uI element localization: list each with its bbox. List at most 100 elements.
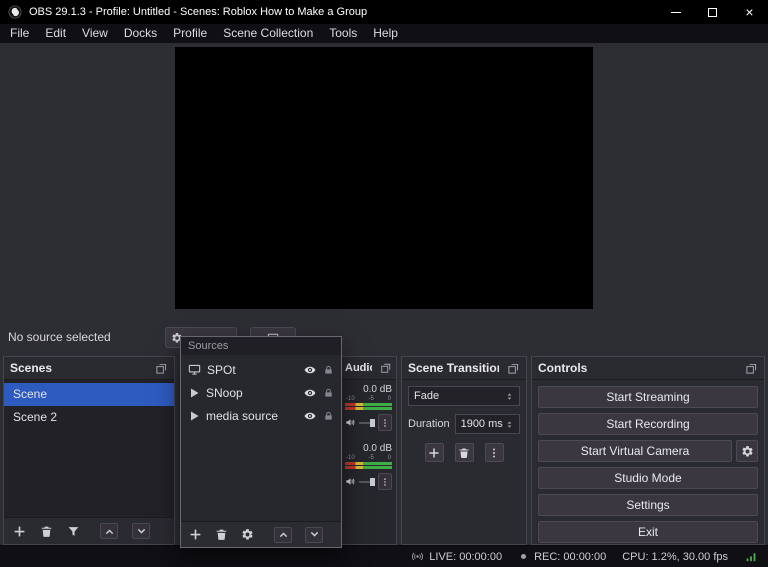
mixer-options-button[interactable] — [378, 414, 392, 431]
minimize-icon — [671, 12, 681, 13]
move-scene-up-button[interactable] — [100, 523, 118, 539]
duration-input[interactable]: 1900 ms — [455, 414, 520, 434]
lock-icon[interactable] — [323, 410, 334, 422]
preview-canvas[interactable] — [175, 47, 593, 309]
network-signal-icon — [744, 550, 758, 564]
mixer-body: 0.0 dB -10 -5 0 0.0 dB -10 -5 0 — [341, 379, 396, 544]
controls-body: Start Streaming Start Recording Start Vi… — [532, 379, 764, 554]
live-status: LIVE: 00:00:00 — [411, 550, 502, 563]
transitions-dock-title: Scene Transitions — [408, 361, 499, 375]
lock-icon[interactable] — [323, 387, 334, 399]
transition-options-button[interactable] — [485, 443, 504, 462]
source-row[interactable]: media source — [181, 404, 341, 427]
scene-transitions-dock: Scene Transitions Fade Duration 1900 ms — [401, 356, 527, 545]
speaker-icon[interactable] — [345, 476, 356, 487]
dropdown-arrows-icon — [505, 390, 514, 403]
volume-slider[interactable] — [359, 422, 375, 424]
trash-icon — [215, 528, 228, 541]
broadcast-icon — [411, 550, 424, 563]
volume-slider-handle[interactable] — [370, 478, 375, 486]
popout-dock-icon[interactable] — [380, 362, 392, 374]
lock-icon[interactable] — [323, 364, 334, 376]
popout-dock-icon[interactable] — [507, 362, 520, 375]
live-status-text: LIVE: 00:00:00 — [429, 551, 502, 563]
plus-icon — [428, 447, 440, 459]
rec-status-text: REC: 00:00:00 — [534, 551, 606, 563]
source-properties-button[interactable] — [241, 528, 254, 541]
move-scene-down-button[interactable] — [132, 523, 150, 539]
source-row[interactable]: SNoop — [181, 381, 341, 404]
virtual-camera-settings-button[interactable] — [736, 440, 758, 462]
popout-dock-icon[interactable] — [155, 362, 168, 375]
menu-docks[interactable]: Docks — [116, 24, 165, 43]
minimize-button[interactable] — [657, 0, 694, 24]
add-scene-button[interactable] — [13, 525, 26, 538]
cpu-status-text: CPU: 1.2%, 30.00 fps — [622, 551, 728, 563]
mixer-options-button[interactable] — [378, 473, 392, 490]
start-streaming-button[interactable]: Start Streaming — [538, 386, 758, 408]
remove-scene-button[interactable] — [40, 525, 53, 538]
media-source-icon — [188, 410, 200, 422]
duration-label: Duration — [408, 418, 450, 430]
audio-mixer-dock: Audio Mixer 0.0 dB -10 -5 0 0.0 dB -10 -… — [340, 356, 397, 545]
add-source-button[interactable] — [189, 528, 202, 541]
kebab-icon — [488, 447, 500, 459]
menu-scene-collection[interactable]: Scene Collection — [215, 24, 321, 43]
gear-icon — [741, 445, 754, 458]
volume-meter — [345, 466, 392, 469]
start-virtual-camera-button[interactable]: Start Virtual Camera — [538, 440, 732, 462]
visibility-eye-icon[interactable] — [303, 364, 317, 376]
titlebar: OBS 29.1.3 - Profile: Untitled - Scenes:… — [0, 0, 768, 24]
rec-status: REC: 00:00:00 — [518, 551, 606, 563]
maximize-button[interactable] — [694, 0, 731, 24]
menu-profile[interactable]: Profile — [165, 24, 215, 43]
scene-list: Scene Scene 2 — [4, 379, 174, 518]
transitions-dock-header: Scene Transitions — [402, 357, 526, 379]
duration-row: Duration 1900 ms — [408, 414, 520, 434]
plus-icon — [189, 528, 202, 541]
window-controls: × — [657, 0, 768, 24]
speaker-icon[interactable] — [345, 417, 356, 428]
add-transition-button[interactable] — [425, 443, 444, 462]
move-source-up-button[interactable] — [274, 527, 292, 543]
settings-button[interactable]: Settings — [538, 494, 758, 516]
sources-dock-header[interactable]: Sources — [181, 337, 341, 355]
menu-edit[interactable]: Edit — [37, 24, 74, 43]
volume-slider[interactable] — [359, 481, 375, 483]
no-source-selected-label: No source selected — [8, 330, 111, 344]
remove-transition-button[interactable] — [455, 443, 474, 462]
move-source-down-button[interactable] — [305, 527, 323, 543]
sources-toolbar — [181, 521, 341, 547]
chevron-up-icon — [278, 529, 289, 540]
menu-help[interactable]: Help — [365, 24, 406, 43]
mixer-controls — [345, 473, 392, 490]
menu-view[interactable]: View — [74, 24, 116, 43]
scene-item[interactable]: Scene 2 — [4, 406, 174, 429]
close-button[interactable]: × — [731, 0, 768, 24]
volume-slider-handle[interactable] — [370, 419, 375, 427]
spinner-arrows-icon[interactable] — [505, 418, 514, 431]
menu-file[interactable]: File — [2, 24, 37, 43]
meter-scale: -10 -5 0 — [345, 396, 392, 403]
scene-item[interactable]: Scene — [4, 383, 174, 406]
window-title: OBS 29.1.3 - Profile: Untitled - Scenes:… — [29, 6, 367, 18]
visibility-eye-icon[interactable] — [303, 410, 317, 422]
menu-tools[interactable]: Tools — [321, 24, 365, 43]
start-recording-button[interactable]: Start Recording — [538, 413, 758, 435]
remove-source-button[interactable] — [215, 528, 228, 541]
source-row[interactable]: SPOt — [181, 358, 341, 381]
filter-icon — [67, 525, 80, 538]
duration-value: 1900 ms — [461, 418, 503, 430]
scene-item-label: Scene 2 — [13, 410, 57, 424]
volume-db-label: 0.0 dB — [345, 383, 392, 396]
scenes-dock-header: Scenes — [4, 357, 174, 379]
visibility-eye-icon[interactable] — [303, 387, 317, 399]
exit-button[interactable]: Exit — [538, 521, 758, 543]
studio-mode-button[interactable]: Studio Mode — [538, 467, 758, 489]
popout-dock-icon[interactable] — [745, 362, 758, 375]
volume-meter — [345, 403, 392, 406]
mixer-dock-header: Audio Mixer — [341, 357, 396, 379]
mixer-controls — [345, 414, 392, 431]
transition-select[interactable]: Fade — [408, 386, 520, 406]
scene-filters-button[interactable] — [67, 525, 80, 538]
